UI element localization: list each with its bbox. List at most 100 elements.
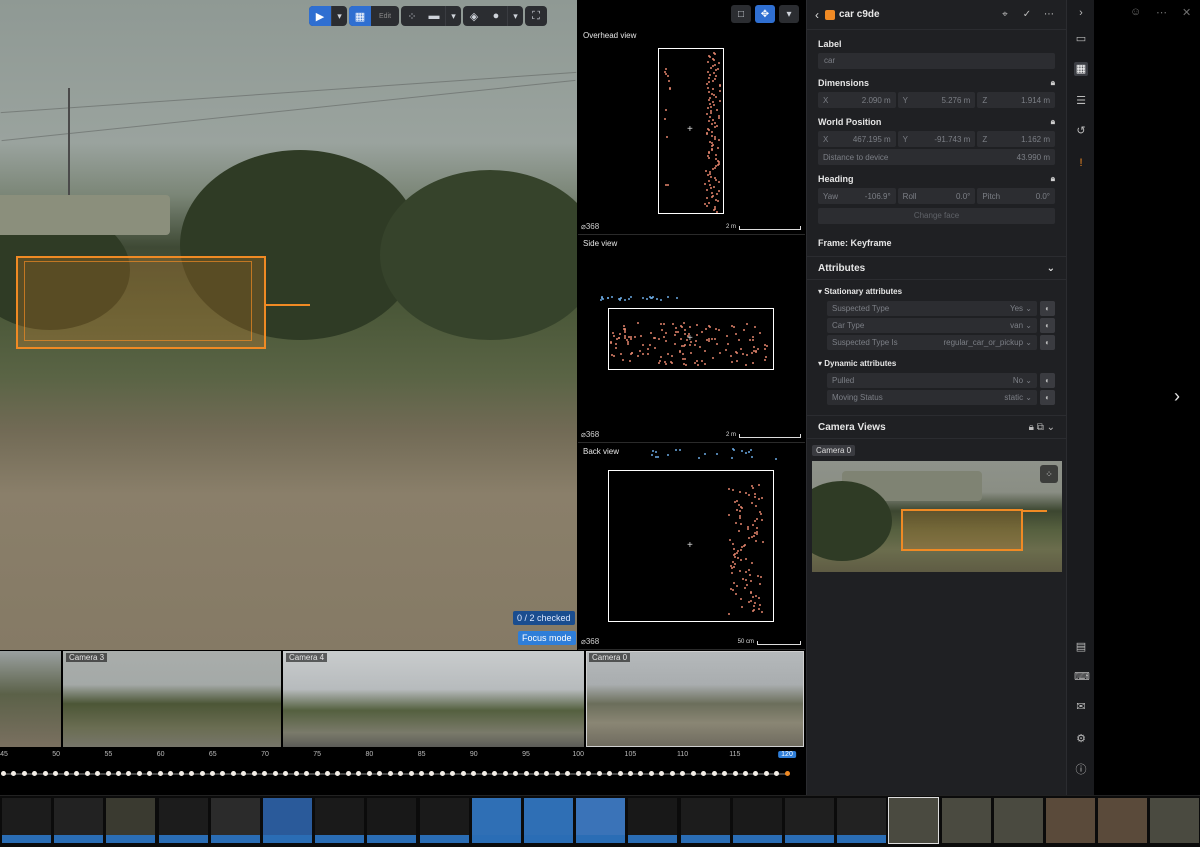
frame-thumbnail[interactable] [315,798,365,843]
frame-thumbnail[interactable] [106,798,156,843]
keyframe-dot[interactable] [42,771,48,776]
back-chevron-icon[interactable]: ‹ [815,8,819,22]
keyframe-dot[interactable] [628,771,633,776]
chevron-right-icon[interactable]: › [1074,6,1088,20]
frame-thumbnail[interactable] [576,798,626,843]
keyframe-dot[interactable] [408,771,414,776]
keyframe-dot[interactable] [314,771,320,776]
keyframe-dot[interactable] [293,771,299,776]
back-view[interactable]: Back view + ⌀368 50 cm [578,444,805,650]
keyframe-dot[interactable] [126,771,132,776]
keyframe-dot[interactable] [105,771,111,776]
smiley-icon[interactable]: ☺ [1130,6,1141,18]
frame-thumbnail[interactable] [54,798,104,843]
dimension-x-field[interactable]: X 2.090 m [818,92,896,108]
keyframe-dot[interactable] [210,771,215,776]
camera-thumbnail[interactable]: Camera 3 [63,651,281,747]
keyframe-dot[interactable] [753,771,759,776]
keyframe-dot[interactable] [607,771,613,776]
close-icon[interactable]: ✕ [1182,6,1191,19]
keyframe-dot[interactable] [366,771,372,776]
palette-icon[interactable]: ◐ [1040,373,1055,388]
keyboard-icon[interactable]: ⌨ [1074,670,1090,684]
keyframe-dot[interactable] [617,771,623,776]
keyframe-dot[interactable] [439,771,445,776]
keyframe-dot[interactable] [74,771,80,776]
keyframe-dot[interactable] [774,771,780,776]
layers-icon[interactable]: ◈ [463,6,485,26]
frame-thumbnail[interactable] [1046,798,1095,843]
video-camera-icon[interactable]: ▶ [309,6,331,26]
frame-thumbnail[interactable] [993,798,1043,843]
camera-views-section-header[interactable]: Camera Views 🔒︎ ⧉ ⌄ [807,415,1066,439]
keyframe-dot[interactable] [283,771,289,776]
chevron-down-icon[interactable]: ▾ [445,6,461,26]
keyframe-dot[interactable] [356,771,362,776]
chevron-down-icon[interactable]: ▾ [507,6,523,26]
keyframe-dot[interactable] [398,771,404,776]
camera-bounding-box[interactable] [901,509,1023,551]
car-bounding-box[interactable] [16,256,266,349]
position-z-field[interactable]: Z 1.162 m [977,131,1056,147]
keyframe-dot[interactable] [460,771,466,776]
frame-thumbnail[interactable] [680,798,730,843]
external-link-icon[interactable]: ⧉ [1037,422,1044,433]
keyframe-dot[interactable] [272,771,278,776]
camera-thumbnail[interactable] [0,651,61,747]
keyframe-dot[interactable] [32,771,38,776]
keyframe-dot[interactable] [471,771,477,776]
label-field[interactable]: car [818,53,1055,69]
check-icon[interactable]: ✓ [1018,9,1036,20]
comment-icon[interactable]: ▭ [1074,32,1088,46]
chat-icon[interactable]: ✉ [1074,700,1088,714]
lock-icon[interactable]: 🔒︎ [1051,174,1055,184]
attribute-select[interactable]: Car Type van ⌄ [827,318,1037,333]
keyframe-dot[interactable] [586,771,592,776]
keyframe-dot[interactable] [669,771,675,776]
keyframe-dot[interactable] [136,771,142,776]
frame-thumbnail[interactable] [158,798,208,843]
frame-thumbnail[interactable] [941,798,991,843]
points-icon[interactable]: ⁘ [1040,465,1058,483]
keyframe-dot[interactable] [345,771,351,776]
keyframe-dot[interactable] [168,771,174,776]
keyframe-dot[interactable] [596,771,602,776]
attribute-select[interactable]: Pulled No ⌄ [827,373,1037,388]
frame-thumbnail[interactable] [263,798,312,843]
keyframe-dot[interactable] [95,771,101,776]
frame-thumbnail[interactable] [2,798,51,843]
pitch-field[interactable]: Pitch 0.0° [977,188,1056,204]
main-camera-view[interactable]: ▶ ▾ ▦ Edit ⁘ ▬ ▾ ◈ ● ▾ ⛶ 0 / 2 checked F… [0,0,577,650]
dynamic-attributes-header[interactable]: ▾ Dynamic attributes [807,352,1066,371]
lock-icon[interactable]: 🔒︎ [1029,422,1034,433]
edit-label[interactable]: Edit [371,6,399,26]
frame-thumbnail[interactable] [367,798,417,843]
keyframe-dot[interactable] [690,771,696,776]
frame-thumbnail[interactable] [471,798,521,843]
keyframe-dot[interactable] [335,771,341,776]
attribute-select[interactable]: Suspected Type Yes ⌄ [827,301,1037,316]
attribute-select[interactable]: Suspected Type Is regular_car_or_pickup ⌄ [827,335,1037,350]
focus-mode-button[interactable]: Focus mode [518,631,576,645]
keyframe-dot[interactable] [53,771,59,776]
dimension-y-field[interactable]: Y 5.276 m [897,92,976,108]
chevron-down-icon[interactable]: ▾ [331,6,347,26]
dimension-z-field[interactable]: Z 1.914 m [977,92,1056,108]
keyframe-dot[interactable] [565,771,571,776]
history-icon[interactable]: ↺ [1074,124,1088,138]
frame-thumbnail[interactable] [837,798,887,843]
keyframe-dot[interactable] [784,771,790,776]
keyframe-dot[interactable] [648,771,654,776]
timeline[interactable]: 45 50 55 60 65 70 75 80 85 90 95 100 105 110 115 120 [0,747,800,791]
keyframe-dot[interactable] [241,771,247,776]
keyframe-dot[interactable] [21,771,27,776]
side-view[interactable]: Side view + ⌀368 2 m [578,236,805,443]
keyframe-dot[interactable] [711,771,717,776]
frame-thumbnail[interactable] [1150,798,1200,843]
palette-icon[interactable]: ◐ [1040,318,1055,333]
tag-icon[interactable]: ▬ [423,6,445,26]
frame-thumbnail[interactable] [888,797,940,844]
frame-thumbnail[interactable] [1098,798,1148,843]
palette-icon[interactable]: ◐ [1040,335,1055,350]
keyframe-dot[interactable] [450,771,456,776]
